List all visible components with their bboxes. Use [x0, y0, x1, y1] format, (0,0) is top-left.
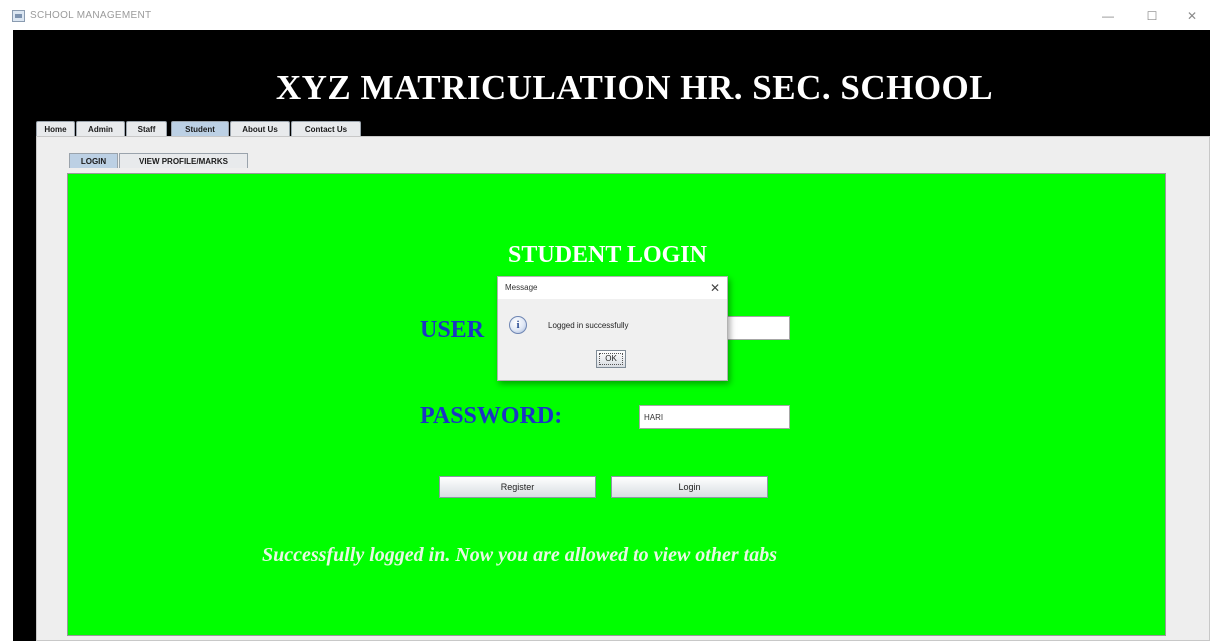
window-title: SCHOOL MANAGEMENT: [30, 10, 152, 21]
register-button[interactable]: Register: [439, 476, 596, 498]
password-field[interactable]: [639, 405, 790, 429]
dialog-message: Logged in successfully: [548, 321, 629, 330]
message-dialog: Message ✕ i Logged in successfully OK: [497, 276, 728, 381]
subtab-view-profile-marks[interactable]: VIEW PROFILE/MARKS: [119, 153, 248, 168]
ok-button[interactable]: OK: [596, 350, 626, 368]
window-titlebar: SCHOOL MANAGEMENT — ☐ ✕: [0, 0, 1210, 30]
info-icon: i: [509, 316, 527, 334]
minimize-icon[interactable]: —: [1096, 6, 1120, 26]
school-title: XYZ MATRICULATION HR. SEC. SCHOOL: [275, 68, 994, 107]
app-icon: [12, 10, 25, 22]
dialog-titlebar: Message ✕: [498, 277, 727, 299]
tab-student[interactable]: Student: [171, 121, 229, 136]
tab-staff[interactable]: Staff: [126, 121, 167, 136]
tab-home[interactable]: Home: [36, 121, 75, 136]
login-heading: STUDENT LOGIN: [508, 242, 707, 268]
success-message: Successfully logged in. Now you are allo…: [262, 544, 777, 566]
maximize-icon[interactable]: ☐: [1140, 6, 1164, 26]
tab-about-us[interactable]: About Us: [230, 121, 290, 136]
password-label: PASSWORD:: [420, 403, 563, 429]
user-label: USER: [420, 317, 485, 343]
tab-admin[interactable]: Admin: [76, 121, 125, 136]
subtab-login[interactable]: LOGIN: [69, 153, 118, 168]
login-button[interactable]: Login: [611, 476, 768, 498]
dialog-close-icon[interactable]: ✕: [706, 279, 724, 297]
close-icon[interactable]: ✕: [1180, 6, 1204, 26]
tab-contact-us[interactable]: Contact Us: [291, 121, 361, 136]
login-panel: STUDENT LOGIN USER PASSWORD: Register Lo…: [67, 173, 1166, 636]
student-tab-panel: LOGIN VIEW PROFILE/MARKS STUDENT LOGIN U…: [36, 136, 1210, 641]
dialog-title: Message: [505, 283, 538, 292]
